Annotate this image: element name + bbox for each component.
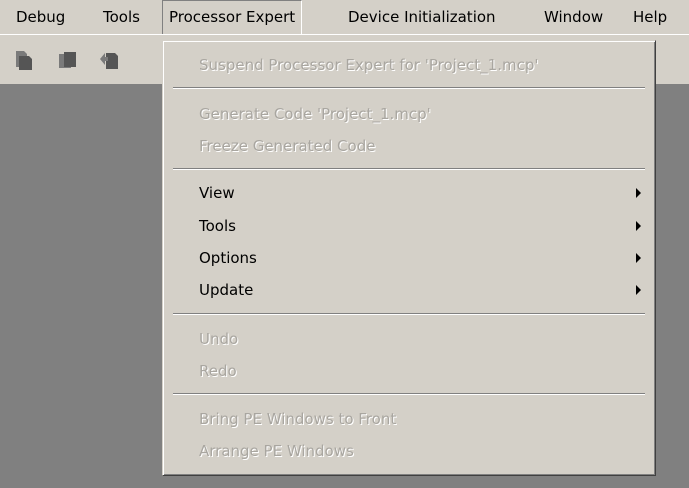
- menu-separator: [173, 87, 645, 89]
- menu-item-generate-code[interactable]: Generate Code 'Project_1.mcp': [199, 101, 431, 127]
- processor-expert-dropdown: Suspend Processor Expert for 'Project_1.…: [162, 40, 656, 476]
- menu-processor-expert[interactable]: Processor Expert: [162, 0, 303, 35]
- menu-separator: [173, 168, 645, 170]
- menu-item-freeze-generated-code[interactable]: Freeze Generated Code: [199, 133, 375, 159]
- menu-separator: [173, 393, 645, 395]
- menu-tools[interactable]: Tools: [103, 0, 140, 34]
- menu-item-view[interactable]: View: [199, 180, 235, 206]
- submenu-arrow-icon: [636, 253, 641, 263]
- menu-separator: [173, 313, 645, 315]
- submenu-arrow-icon: [636, 221, 641, 231]
- submenu-arrow-icon: [636, 285, 641, 295]
- menu-debug[interactable]: Debug: [16, 0, 65, 34]
- page-icon[interactable]: [13, 49, 35, 71]
- menu-item-bring-pe-windows-to-front[interactable]: Bring PE Windows to Front: [199, 406, 396, 432]
- menu-item-options[interactable]: Options: [199, 245, 257, 271]
- menu-item-undo[interactable]: Undo: [199, 326, 238, 352]
- page-stack-icon[interactable]: [57, 49, 79, 71]
- menu-device-initialization[interactable]: Device Initialization: [348, 0, 496, 34]
- menu-item-tools[interactable]: Tools: [199, 213, 236, 239]
- page-arrow-icon[interactable]: [98, 49, 120, 71]
- menu-window[interactable]: Window: [544, 0, 603, 34]
- menu-item-redo[interactable]: Redo: [199, 358, 237, 384]
- menu-item-arrange-pe-windows[interactable]: Arrange PE Windows: [199, 438, 354, 464]
- menu-item-update[interactable]: Update: [199, 277, 253, 303]
- menu-bar: Debug Tools Processor Expert Device Init…: [0, 0, 689, 35]
- submenu-arrow-icon: [636, 188, 641, 198]
- menu-item-suspend-processor-expert[interactable]: Suspend Processor Expert for 'Project_1.…: [199, 52, 538, 78]
- menu-help[interactable]: Help: [633, 0, 667, 34]
